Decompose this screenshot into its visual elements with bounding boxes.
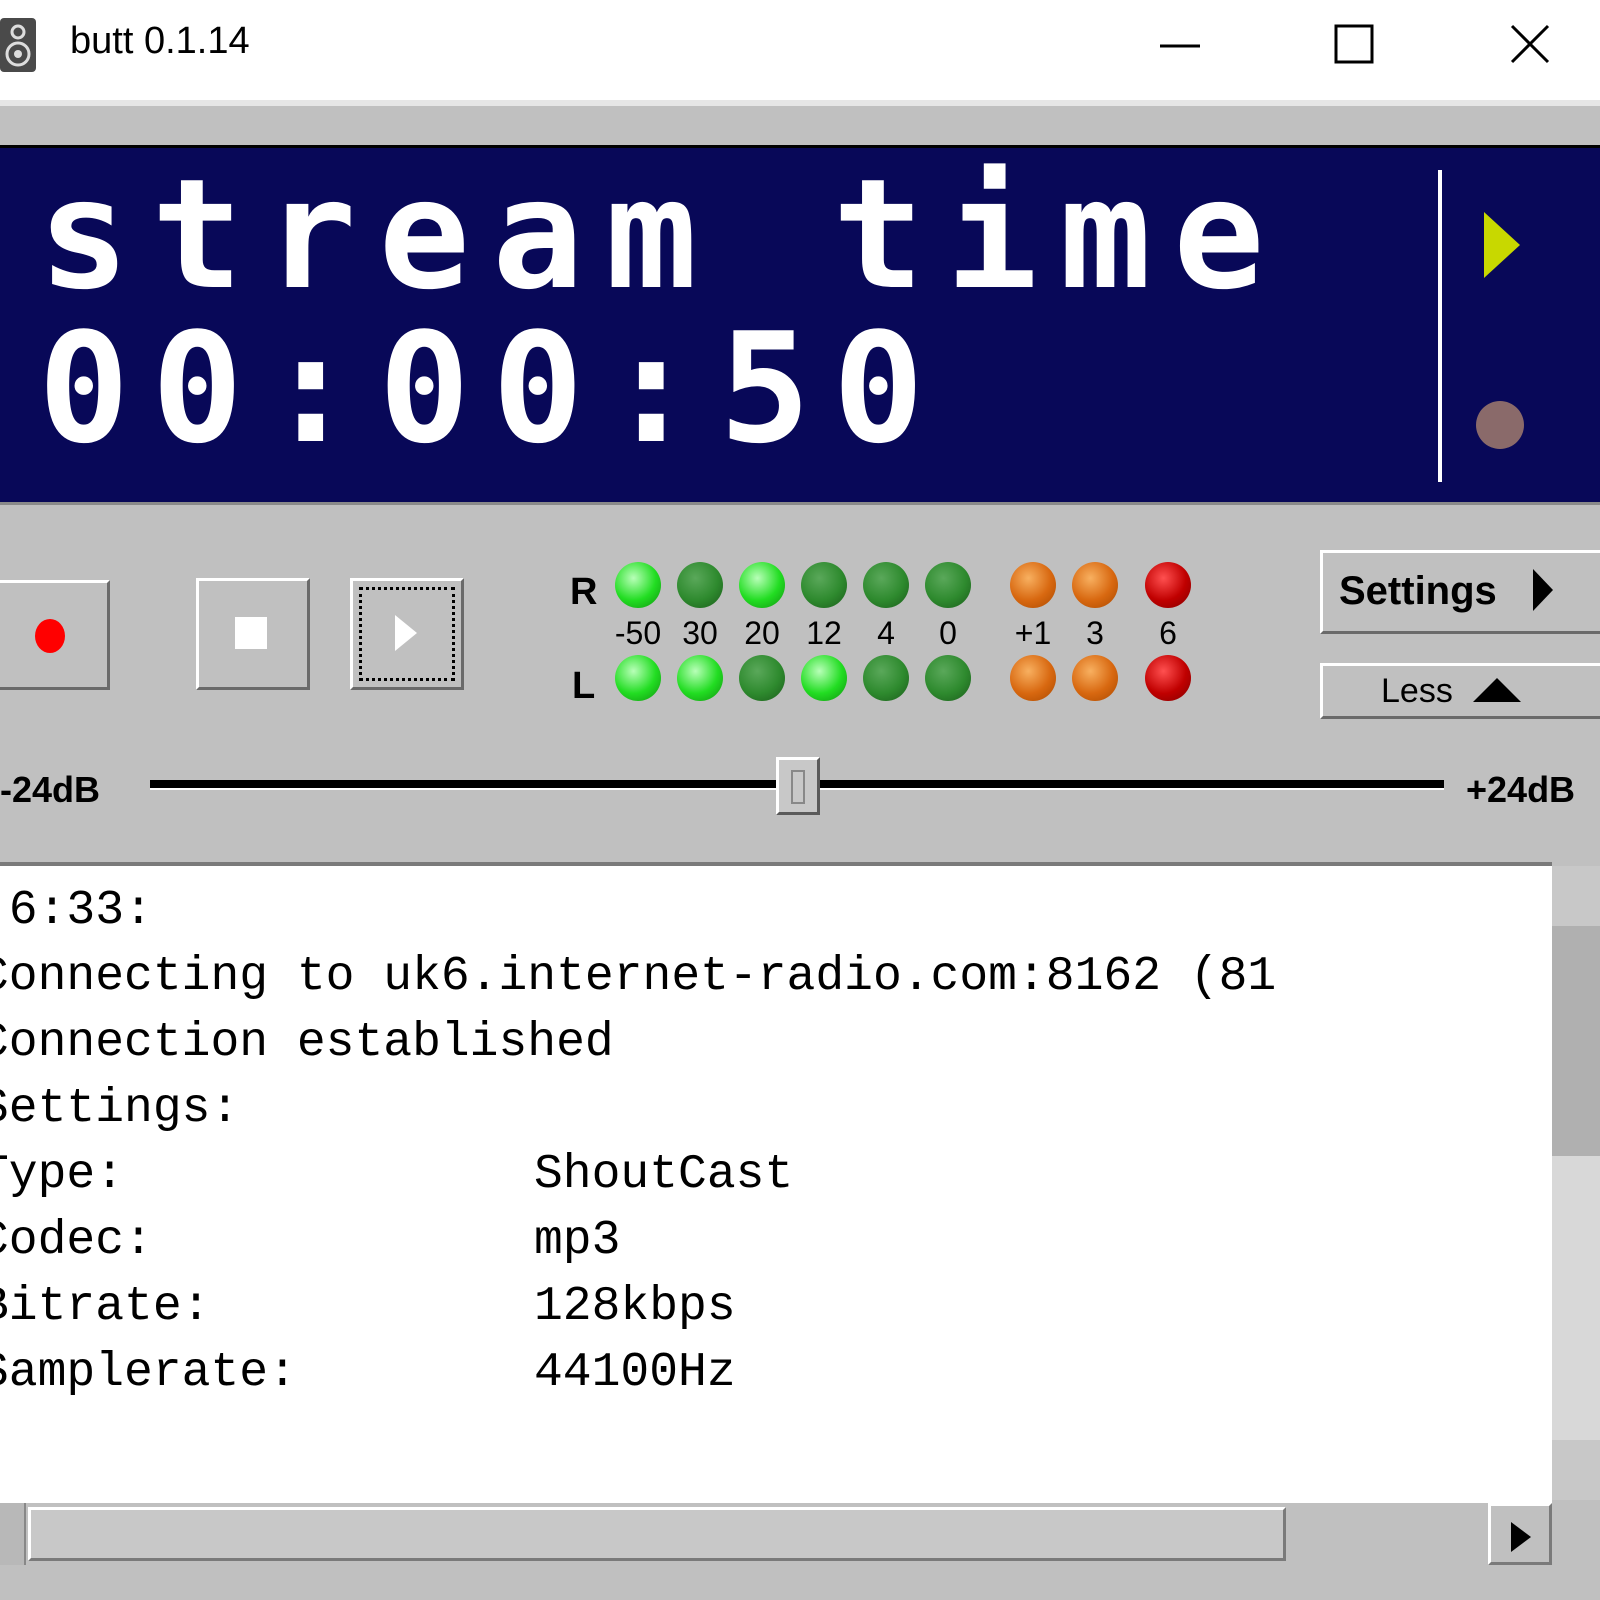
- display-label: stream time: [38, 146, 1287, 323]
- maximize-icon: [1334, 24, 1374, 64]
- vu-right-led: [1072, 562, 1118, 608]
- vu-scale-label: +1: [1014, 615, 1052, 651]
- window-title: butt 0.1.14: [70, 20, 250, 62]
- triangle-right-icon: [1511, 1522, 1531, 1552]
- vu-left-label: L: [572, 665, 596, 707]
- minimize-button[interactable]: [1130, 0, 1270, 92]
- vertical-scrollbar[interactable]: [1552, 866, 1600, 1500]
- record-icon: [35, 619, 65, 653]
- vu-left-led: [925, 655, 971, 701]
- log-value-codec: mp3: [534, 1214, 621, 1268]
- speaker-icon: [0, 18, 36, 72]
- log-value-bitrate: 128kbps: [534, 1280, 736, 1334]
- log-value-type: ShoutCast: [534, 1148, 794, 1202]
- lcd-display[interactable]: stream time 00:00:50: [0, 145, 1600, 505]
- close-button[interactable]: [1470, 0, 1600, 92]
- play-indicator-icon: [1484, 212, 1520, 278]
- log-line: Settings:: [0, 1082, 240, 1136]
- vu-left-led: [739, 655, 785, 701]
- vu-left-led: [1010, 655, 1056, 701]
- vu-right-led: [801, 562, 847, 608]
- vu-left-led: [1072, 655, 1118, 701]
- vu-left-led: [863, 655, 909, 701]
- vu-scale-label: 6: [1159, 615, 1177, 651]
- vu-scale-label: 4: [877, 615, 895, 651]
- minimize-icon: [1160, 44, 1200, 48]
- less-button[interactable]: Less: [1320, 663, 1600, 719]
- display-separator: [1438, 170, 1442, 482]
- scroll-right-button[interactable]: [1488, 1503, 1552, 1565]
- vu-left-led: [677, 655, 723, 701]
- vu-left-led: [615, 655, 661, 701]
- less-label: Less: [1381, 672, 1453, 710]
- horizontal-scroll-thumb[interactable]: [28, 1507, 1286, 1561]
- settings-button[interactable]: Settings: [1320, 550, 1600, 634]
- log-line: Connection established: [0, 1016, 614, 1070]
- window-bottom: [0, 1565, 1552, 1600]
- stream-time: 00:00:50: [38, 300, 947, 477]
- log-line: Type:: [0, 1148, 125, 1202]
- vu-left-led: [801, 655, 847, 701]
- control-panel: R L -50 30 20 12 4 0 +1 3 6 Settings Less -24dB …: [0, 502, 1600, 865]
- scroll-up-button[interactable]: [1552, 866, 1600, 926]
- gain-slider-thumb[interactable]: [776, 757, 820, 815]
- title-bar: butt 0.1.14: [0, 0, 1600, 100]
- play-icon: [395, 615, 417, 651]
- vu-scale-label: 30: [682, 615, 718, 651]
- vu-scale-label: -50: [614, 615, 662, 651]
- vu-right-led: [1010, 562, 1056, 608]
- vu-right-led: [739, 562, 785, 608]
- vu-right-led: [677, 562, 723, 608]
- log-value-samplerate: 44100Hz: [534, 1346, 736, 1400]
- vu-right-led: [863, 562, 909, 608]
- toolbar-strip: [0, 100, 1600, 142]
- record-button[interactable]: [0, 580, 110, 690]
- maximize-button[interactable]: [1310, 0, 1450, 92]
- scroll-left-button[interactable]: [0, 1503, 26, 1565]
- horizontal-scrollbar[interactable]: [0, 1500, 1552, 1568]
- vu-right-label: R: [570, 571, 598, 613]
- log-line: .6:33:: [0, 884, 153, 938]
- close-icon: [1510, 24, 1550, 64]
- vu-scale-label: 0: [939, 615, 957, 651]
- triangle-up-icon: [1473, 678, 1521, 702]
- gain-max-label: +24dB: [1466, 769, 1576, 810]
- vu-right-led: [1145, 562, 1191, 608]
- log-output[interactable]: .6:33: Connecting to uk6.internet-radio.…: [0, 862, 1552, 1504]
- vu-scale-label: 12: [806, 615, 842, 651]
- stop-button[interactable]: [196, 578, 310, 690]
- stop-icon: [235, 617, 267, 649]
- play-button[interactable]: [350, 578, 464, 690]
- scroll-down-button[interactable]: [1552, 1440, 1600, 1500]
- scrollbar-corner: [1552, 1500, 1600, 1600]
- vu-right-led: [925, 562, 971, 608]
- vertical-scroll-thumb[interactable]: [1552, 926, 1600, 1156]
- triangle-right-icon: [1533, 569, 1553, 611]
- vu-left-led: [1145, 655, 1191, 701]
- vu-scale-label: 3: [1086, 615, 1104, 651]
- settings-label: Settings: [1339, 569, 1497, 613]
- log-line: Bitrate:: [0, 1280, 211, 1334]
- log-line: Codec:: [0, 1214, 153, 1268]
- gain-min-label: -24dB: [0, 769, 101, 810]
- log-line: Connecting to uk6.internet-radio.com:816…: [0, 950, 1277, 1004]
- vu-scale-label: 20: [744, 615, 780, 651]
- vu-right-led: [615, 562, 661, 608]
- log-line: Samplerate:: [0, 1346, 297, 1400]
- record-indicator-icon: [1476, 401, 1524, 449]
